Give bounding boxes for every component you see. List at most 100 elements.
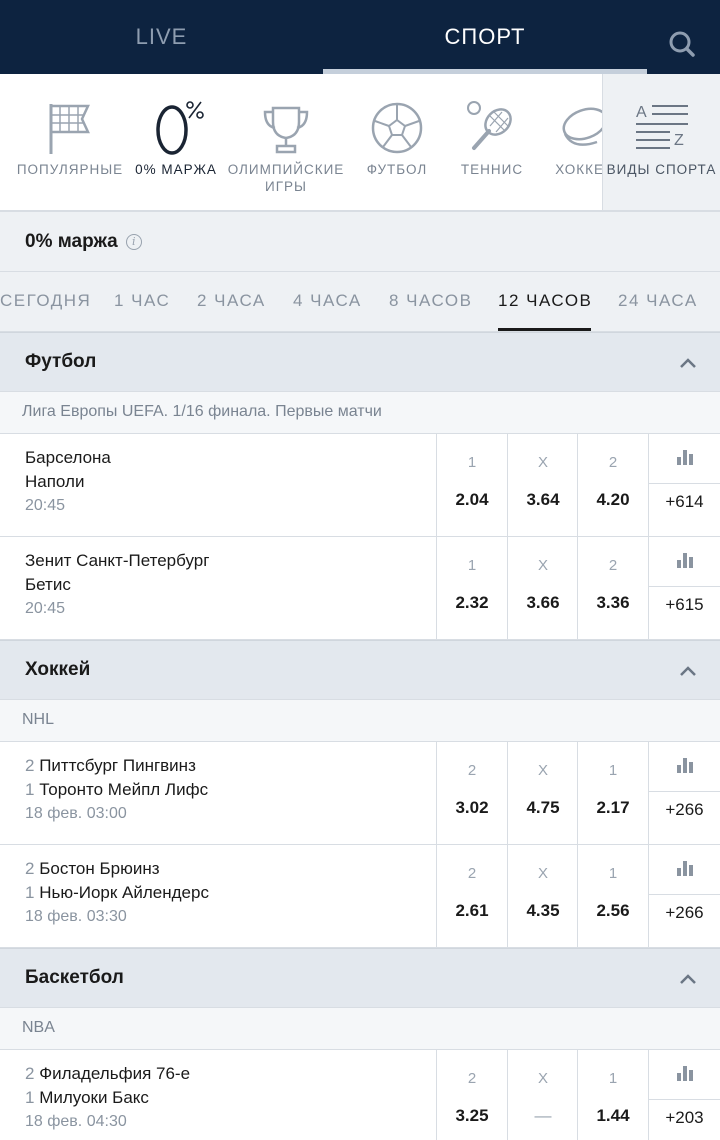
odd-value: 4.35 [526, 901, 560, 920]
stats-icon[interactable] [649, 434, 720, 484]
odd-cell[interactable]: X 3.64 [507, 434, 578, 537]
time-filter-2h[interactable]: 2 ЧАСА [197, 272, 266, 331]
event-row[interactable]: 2 Бостон Брюинз 1 Нью-Иорк Айлендерс 18 … [0, 845, 720, 948]
category-olympics[interactable]: ОЛИМПИЙСКИЕ ИГРЫ [226, 74, 346, 210]
odd-cell[interactable]: 2 4.20 [577, 434, 648, 537]
odd-cell[interactable]: 2 3.36 [577, 537, 648, 640]
more-markets[interactable]: +615 [648, 537, 720, 640]
event-time: 20:45 [25, 600, 66, 617]
odd-cell[interactable]: 2 3.02 [436, 742, 507, 845]
time-filter-12h[interactable]: 12 ЧАСОВ [498, 272, 592, 331]
stats-icon[interactable] [649, 537, 720, 587]
odd-key: 2 [467, 865, 477, 882]
odd-value: 3.36 [596, 593, 630, 612]
odd-key: 2 [608, 454, 618, 471]
trophy-icon [254, 96, 318, 160]
time-filter-8h[interactable]: 8 ЧАСОВ [389, 272, 472, 331]
event-row[interactable]: Зенит Санкт-Петербург Бетис 20:45 1 2.32 … [0, 537, 720, 640]
event-time: 18 фев. 03:30 [25, 908, 127, 925]
stats-icon[interactable] [649, 1050, 720, 1100]
team-home: 2 Питтсбург Пингвинз [25, 754, 430, 778]
team-away: 1 Нью-Иорк Айлендерс [25, 881, 430, 905]
odd-cell[interactable]: 2 3.25 [436, 1050, 507, 1140]
stats-icon[interactable] [649, 845, 720, 895]
category-zero-margin[interactable]: 0% МАРЖА [128, 74, 224, 210]
odd-key: X [537, 762, 548, 779]
team-name: Бостон Брюинз [39, 859, 160, 878]
time-filter-1h[interactable]: 1 ЧАС [114, 272, 170, 331]
more-markets[interactable]: +614 [648, 434, 720, 537]
more-markets-count[interactable]: +266 [649, 800, 720, 820]
odd-key: X [537, 1070, 548, 1087]
odd-value: 2.56 [596, 901, 630, 920]
category-label: ОЛИМПИЙСКИЕ ИГРЫ [227, 162, 345, 194]
more-markets[interactable]: +266 [648, 742, 720, 845]
top-bar: LIVE СПОРТ [0, 0, 720, 74]
event-row[interactable]: 2 Филадельфия 76-е 1 Милуоки Бакс 18 фев… [0, 1050, 720, 1140]
category-label: ФУТБОЛ [366, 162, 428, 177]
tab-sport[interactable]: СПОРТ [323, 0, 647, 74]
sport-name: Футбол [25, 351, 97, 372]
tab-live[interactable]: LIVE [0, 0, 323, 74]
team-rank: 1 [25, 780, 35, 799]
stats-icon[interactable] [649, 742, 720, 792]
active-time-filter-indicator [498, 328, 591, 331]
svg-text:A: A [636, 104, 647, 121]
odd-key: 1 [467, 557, 477, 574]
team-name: Нью-Иорк Айлендерс [39, 883, 209, 902]
event-row[interactable]: Барселона Наполи 20:45 1 2.04 X 3.64 2 4.20… [0, 434, 720, 537]
chevron-up-icon[interactable] [676, 967, 700, 991]
time-filter-24h[interactable]: 24 ЧАСА [618, 272, 698, 331]
more-markets-count[interactable]: +203 [649, 1108, 720, 1128]
odd-value: 2.17 [596, 798, 630, 817]
odd-cell[interactable]: 1 2.17 [577, 742, 648, 845]
team-away: 1 Торонто Мейпл Лифс [25, 778, 430, 802]
more-markets[interactable]: +266 [648, 845, 720, 948]
category-label: ПОПУЛЯРНЫЕ [16, 162, 124, 177]
chevron-up-icon[interactable] [676, 659, 700, 683]
sport-types-label: ВИДЫ СПОРТА [606, 162, 717, 177]
info-icon[interactable]: i [125, 233, 142, 250]
search-icon[interactable] [660, 22, 704, 66]
more-markets-count[interactable]: +615 [649, 595, 720, 615]
zero-percent-icon [144, 96, 208, 160]
category-tennis[interactable]: ТЕННИС [446, 74, 538, 210]
odd-value: 2.32 [455, 593, 489, 612]
team-away: 1 Милуоки Бакс [25, 1086, 430, 1110]
flag-grid-icon [38, 96, 102, 160]
more-markets[interactable]: +203 [648, 1050, 720, 1140]
a-z-list-icon: A Z [630, 98, 694, 162]
team-home: Зенит Санкт-Петербург [25, 551, 210, 570]
odd-cell[interactable]: 1 2.04 [436, 434, 507, 537]
odd-cell[interactable]: X 4.75 [507, 742, 578, 845]
sport-types-button[interactable]: A Z ВИДЫ СПОРТА [602, 74, 720, 212]
more-markets-count[interactable]: +614 [649, 492, 720, 512]
time-filter-4h[interactable]: 4 ЧАСА [293, 272, 362, 331]
team-away: Наполи [25, 472, 85, 491]
category-football[interactable]: ФУТБОЛ [346, 74, 448, 210]
odd-cell[interactable]: X — [507, 1050, 578, 1140]
odd-value: 4.20 [596, 490, 630, 509]
odd-cell[interactable]: 1 2.32 [436, 537, 507, 640]
team-rank: 2 [25, 859, 35, 878]
event-time: 18 фев. 03:00 [25, 805, 127, 822]
odd-key: 1 [467, 454, 477, 471]
time-filter-today[interactable]: СЕГОДНЯ [0, 272, 91, 331]
odd-key: 2 [467, 1070, 477, 1087]
odd-cell[interactable]: 1 1.44 [577, 1050, 648, 1140]
sport-group-header[interactable]: Хоккей [0, 640, 720, 700]
category-popular[interactable]: ПОПУЛЯРНЫЕ [10, 74, 130, 210]
odd-cell[interactable]: 2 2.61 [436, 845, 507, 948]
event-row[interactable]: 2 Питтсбург Пингвинз 1 Торонто Мейпл Лиф… [0, 742, 720, 845]
sport-group-header[interactable]: Баскетбол [0, 948, 720, 1008]
odd-cell[interactable]: 1 2.56 [577, 845, 648, 948]
odd-value: 3.02 [455, 798, 489, 817]
odd-key: 2 [467, 762, 477, 779]
team-rank: 1 [25, 883, 35, 902]
more-markets-count[interactable]: +266 [649, 903, 720, 923]
odd-key: 1 [608, 762, 618, 779]
sport-group-header[interactable]: Футбол [0, 332, 720, 392]
chevron-up-icon[interactable] [676, 351, 700, 375]
odd-cell[interactable]: X 4.35 [507, 845, 578, 948]
odd-cell[interactable]: X 3.66 [507, 537, 578, 640]
